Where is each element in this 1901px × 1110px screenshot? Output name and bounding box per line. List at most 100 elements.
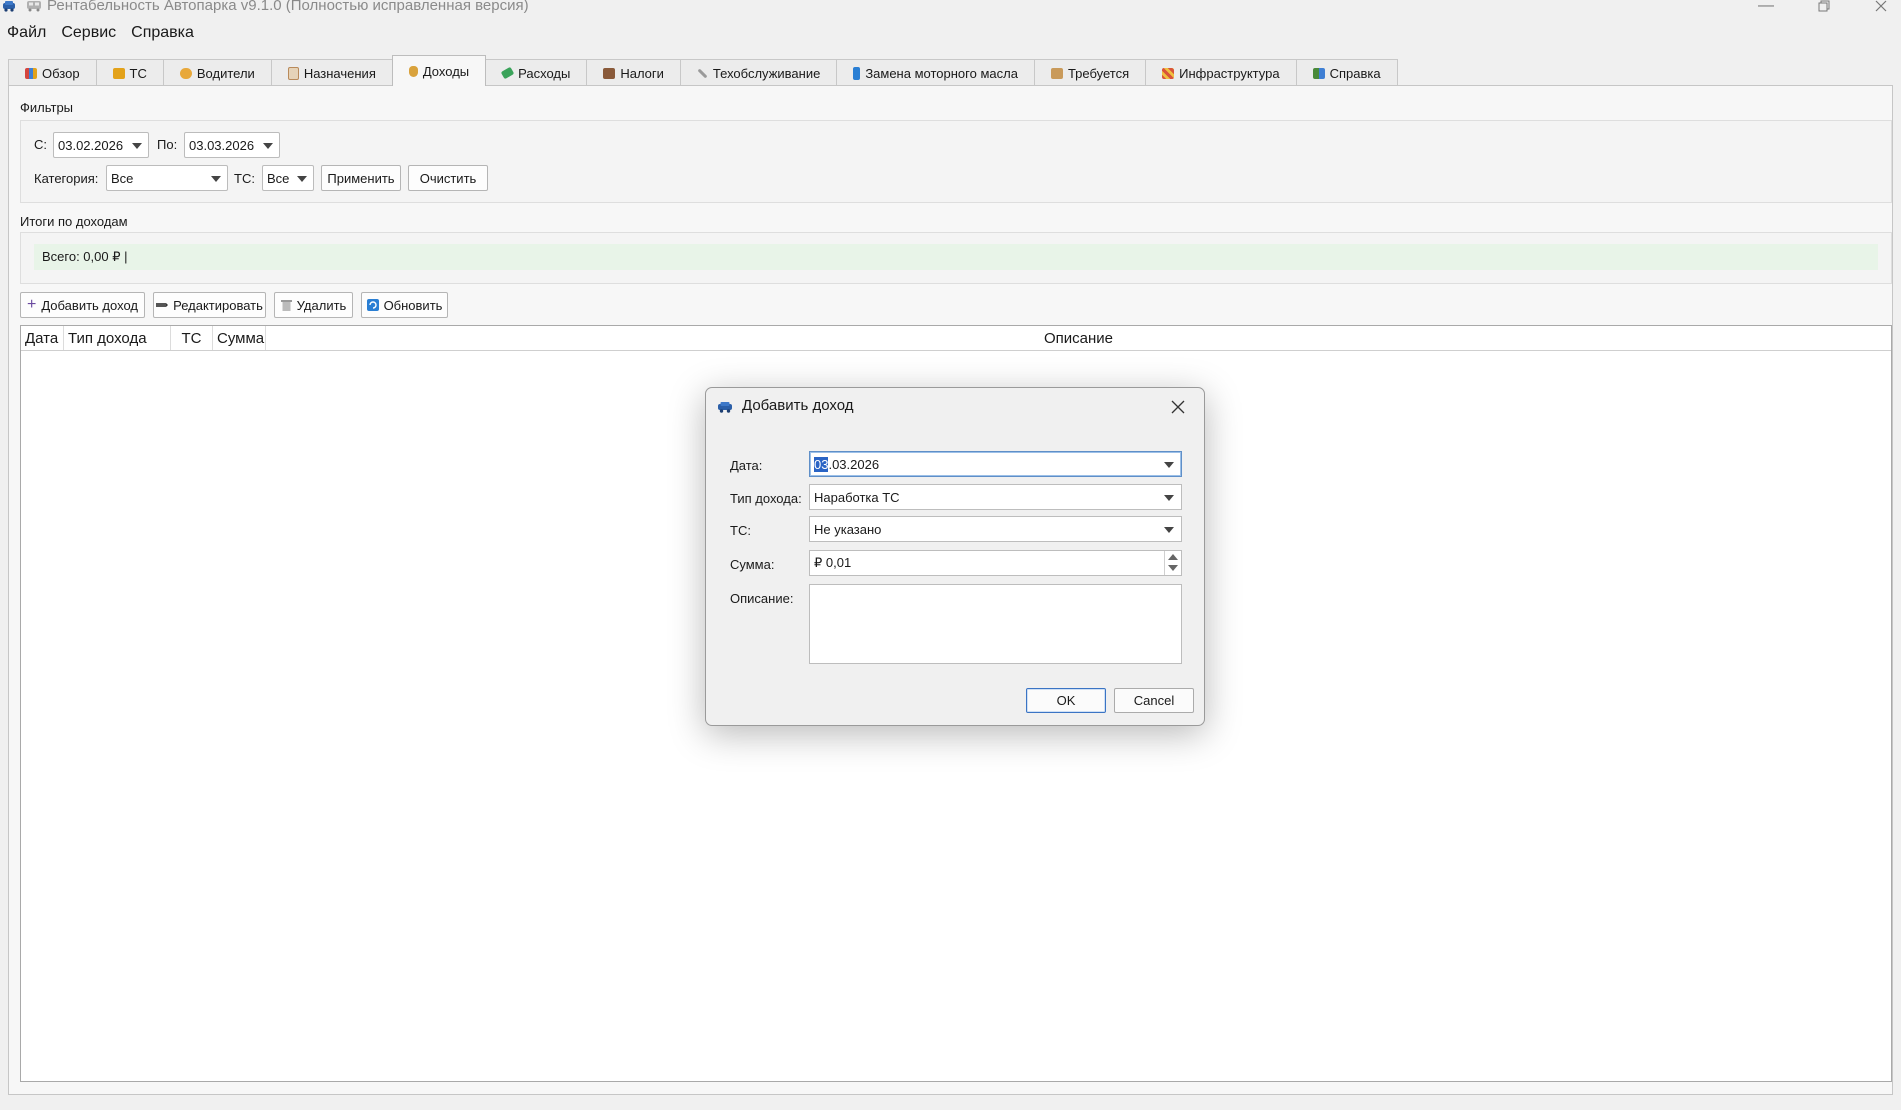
- description-textarea[interactable]: [809, 584, 1182, 664]
- tab-label: Водители: [196, 65, 255, 81]
- date-field[interactable]: 03.03.2026: [809, 451, 1182, 477]
- chevron-down-icon[interactable]: [1168, 565, 1178, 571]
- dialog-close-button[interactable]: [1160, 392, 1196, 422]
- edit-label: Редактировать: [173, 297, 263, 313]
- chevron-down-icon: [263, 143, 273, 149]
- tab-label: Требуется: [1067, 65, 1130, 81]
- add-income-button[interactable]: + Добавить доход: [20, 292, 145, 318]
- minimize-button[interactable]: —: [1743, 0, 1789, 16]
- construction-icon: [1162, 67, 1175, 79]
- menu-help[interactable]: Справка: [124, 24, 202, 42]
- income-type-value: Наработка ТС: [814, 489, 900, 505]
- tab-taxes[interactable]: Налоги: [586, 59, 681, 86]
- amount-stepper[interactable]: [1164, 551, 1181, 575]
- date-selected-part: 03: [814, 456, 829, 472]
- delete-button[interactable]: Удалить: [274, 292, 353, 318]
- from-label: С:: [34, 137, 47, 152]
- table-header: Дата Тип дохода ТС Сумма Описание: [21, 326, 1891, 351]
- tab-assignments[interactable]: Назначения: [270, 59, 393, 86]
- tab-label: Замена моторного масла: [865, 65, 1018, 81]
- tab-label: Справка: [1329, 65, 1381, 81]
- to-label: По:: [157, 137, 178, 152]
- tab-income[interactable]: Доходы: [391, 55, 487, 86]
- truck-icon: [112, 67, 125, 79]
- filters-title: Фильтры: [20, 100, 74, 115]
- briefcase-icon: [603, 67, 616, 79]
- refresh-icon: [366, 299, 379, 311]
- driver-icon: [179, 67, 192, 79]
- books-icon: [1312, 67, 1325, 79]
- vehicle-filter-value: Все: [267, 170, 290, 186]
- tab-bar: Обзор ТС Водители Назначения Доходы Расх…: [8, 55, 1398, 86]
- column-header-date[interactable]: Дата: [21, 326, 64, 350]
- close-icon: [1875, 0, 1887, 12]
- delete-label: Удалить: [296, 297, 347, 313]
- vehicle-filter-select[interactable]: Все: [262, 165, 314, 191]
- from-date-value: 03.02.2026: [58, 137, 124, 153]
- close-icon: [1171, 400, 1185, 414]
- restore-button[interactable]: [1801, 0, 1847, 16]
- chevron-down-icon: [1164, 462, 1174, 468]
- chevron-down-icon: [132, 143, 142, 149]
- tab-infrastructure[interactable]: Инфраструктура: [1145, 59, 1297, 86]
- tab-vehicles[interactable]: ТС: [95, 59, 164, 86]
- tab-label: Техобслуживание: [712, 65, 821, 81]
- window-title: Рентабельность Автопарка v9.1.0 (Полност…: [47, 0, 529, 14]
- column-header-income-type[interactable]: Тип дохода: [64, 326, 171, 350]
- minimize-icon: —: [1758, 0, 1774, 14]
- tab-maintenance[interactable]: Техобслуживание: [679, 59, 838, 86]
- close-window-button[interactable]: [1858, 0, 1901, 16]
- refresh-button[interactable]: Обновить: [361, 292, 448, 318]
- chevron-up-icon[interactable]: [1168, 554, 1178, 560]
- amount-spinbox[interactable]: ₽ 0,01: [809, 550, 1182, 576]
- apply-button[interactable]: Применить: [321, 165, 401, 191]
- vehicle-label: ТС:: [730, 523, 751, 538]
- column-header-vehicle[interactable]: ТС: [171, 326, 213, 350]
- pencil-icon: [156, 303, 169, 307]
- tab-label: ТС: [129, 65, 147, 81]
- to-date-picker[interactable]: 03.03.2026: [184, 132, 280, 158]
- add-income-dialog: Добавить доход Дата: 03.03.2026 Тип дохо…: [705, 387, 1205, 726]
- from-date-picker[interactable]: 03.02.2026: [53, 132, 149, 158]
- tab-drivers[interactable]: Водители: [162, 59, 272, 86]
- totals-title: Итоги по доходам: [20, 214, 128, 229]
- plus-icon: +: [27, 296, 37, 313]
- category-label: Категория:: [34, 171, 99, 186]
- bus-icon: [27, 1, 41, 12]
- trash-icon: [280, 300, 292, 311]
- tab-required[interactable]: Требуется: [1033, 59, 1147, 86]
- tab-label: Обзор: [42, 65, 80, 81]
- menu-file[interactable]: Файл: [0, 24, 54, 42]
- clear-button[interactable]: Очистить: [408, 165, 488, 191]
- category-select[interactable]: Все: [106, 165, 228, 191]
- tab-label: Доходы: [422, 63, 470, 79]
- tab-label: Инфраструктура: [1179, 65, 1280, 81]
- ok-button[interactable]: OK: [1026, 688, 1106, 713]
- cancel-button[interactable]: Cancel: [1114, 688, 1194, 713]
- column-header-description[interactable]: Описание: [266, 326, 1891, 350]
- car-icon: [3, 1, 15, 12]
- tab-expenses[interactable]: Расходы: [485, 59, 588, 86]
- edit-button[interactable]: Редактировать: [153, 292, 266, 318]
- vehicle-value: Не указано: [814, 521, 882, 537]
- income-type-select[interactable]: Наработка ТС: [809, 484, 1182, 510]
- totals-bar: Всего: 0,00 ₽ |: [34, 244, 1878, 270]
- clipboard-icon: [287, 66, 299, 80]
- date-label: Дата:: [730, 458, 763, 473]
- dialog-title: Добавить доход: [742, 397, 854, 414]
- amount-label: Сумма:: [730, 557, 775, 572]
- tab-reference[interactable]: Справка: [1295, 59, 1398, 86]
- tab-oil-change[interactable]: Замена моторного масла: [836, 59, 1035, 86]
- chevron-down-icon: [297, 176, 307, 182]
- chevron-down-icon: [211, 176, 221, 182]
- vehicle-select[interactable]: Не указано: [809, 516, 1182, 542]
- income-type-label: Тип дохода:: [730, 491, 802, 506]
- money-bag-icon: [408, 65, 418, 77]
- tab-overview[interactable]: Обзор: [8, 59, 97, 86]
- menu-service[interactable]: Сервис: [54, 24, 124, 42]
- chart-icon: [25, 67, 37, 79]
- column-header-amount[interactable]: Сумма: [213, 326, 266, 350]
- oil-icon: [853, 66, 861, 80]
- category-value: Все: [111, 170, 134, 186]
- amount-value: ₽ 0,01: [814, 555, 852, 570]
